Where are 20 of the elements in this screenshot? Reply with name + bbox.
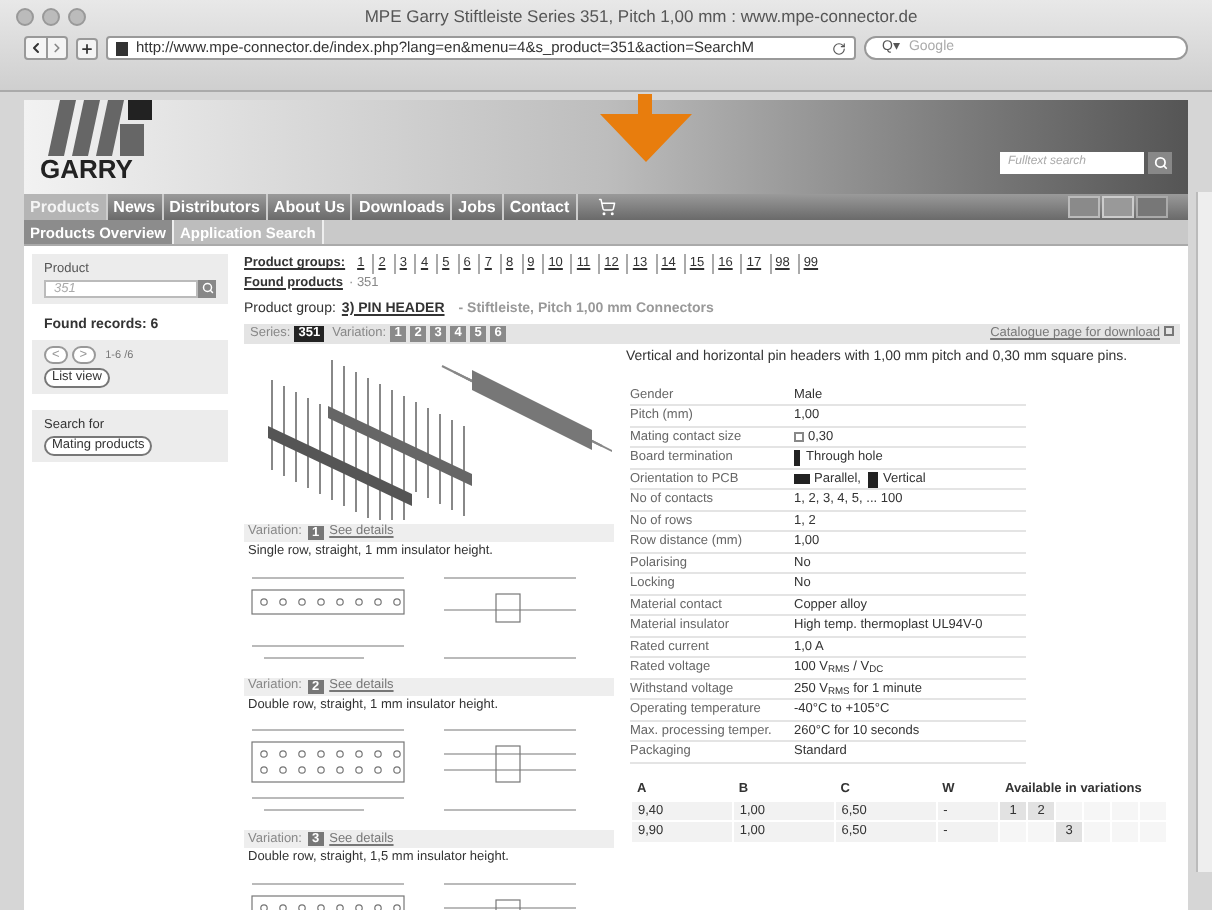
window-title: MPE Garry Stiftleiste Series 351, Pitch 1,00 mm : www.mpe-connector.de: [362, 3, 920, 29]
search-button[interactable]: [1148, 152, 1172, 174]
close-button[interactable]: [16, 7, 34, 25]
external-link-icon: [1164, 326, 1174, 336]
pin-icon: [794, 450, 800, 466]
nav-icon[interactable]: [1102, 196, 1134, 218]
zoom-button[interactable]: [68, 7, 86, 25]
add-bookmark-button[interactable]: [76, 37, 98, 59]
reload-icon[interactable]: [832, 41, 846, 55]
nav-icon[interactable]: [1068, 196, 1100, 218]
vertical-connector-icon: [868, 471, 879, 487]
square-icon: [794, 432, 804, 442]
parallel-connector-icon: [794, 474, 810, 484]
minimize-button[interactable]: [42, 7, 60, 25]
search-button[interactable]: [198, 279, 216, 298]
company-logo: GARRY: [40, 100, 152, 182]
nav-icon[interactable]: [1136, 196, 1168, 218]
cart-icon[interactable]: [597, 198, 616, 216]
site-icon: [116, 41, 128, 55]
pointer-arrow: [600, 94, 692, 162]
